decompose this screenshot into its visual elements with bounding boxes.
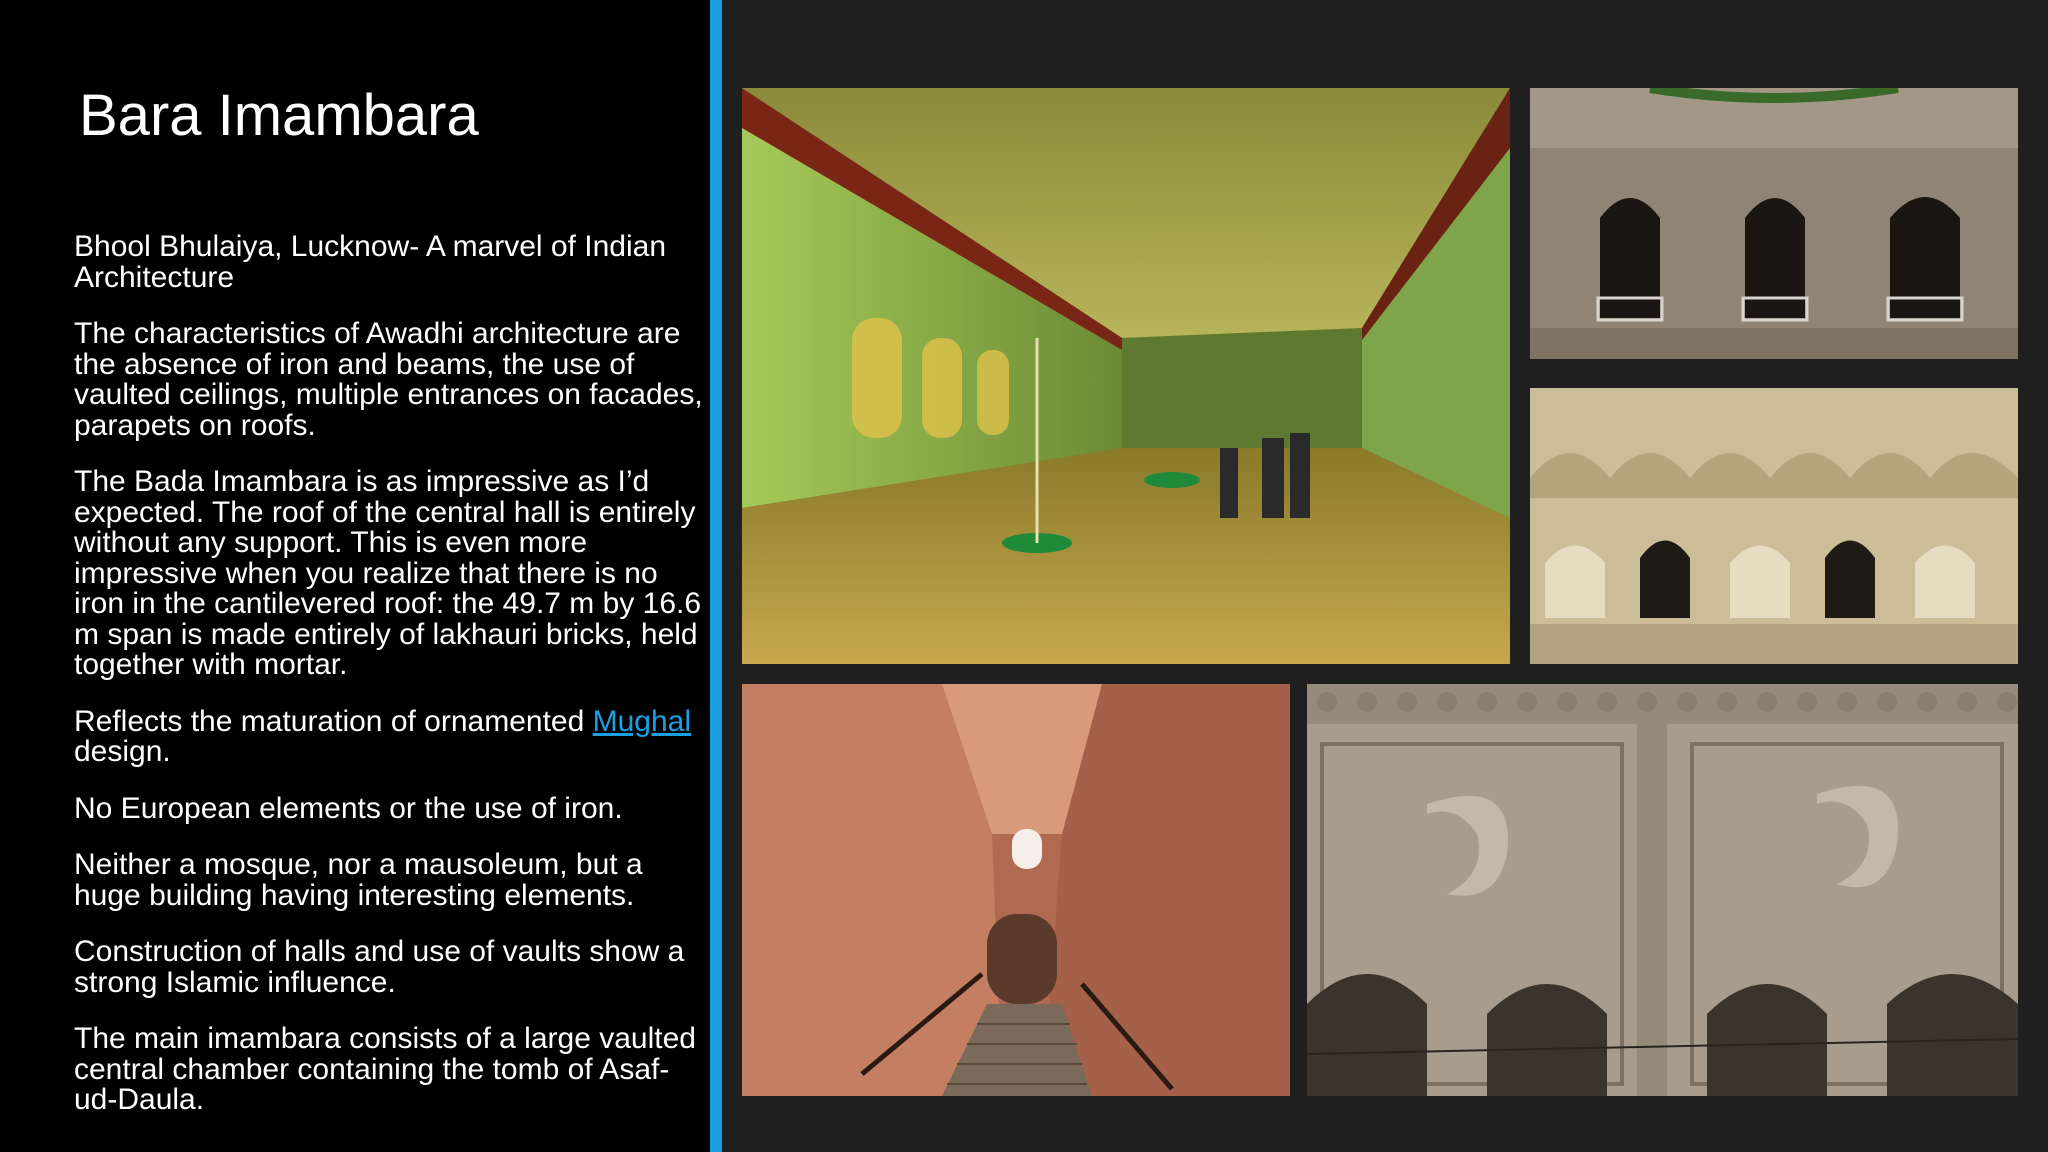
paragraph-no-european: No European elements or the use of iron.: [74, 791, 623, 825]
paragraph-mughal-design: Reflects the maturation of ornamented Mu…: [74, 704, 704, 768]
slide-title: Bara Imambara: [79, 83, 479, 148]
paragraph-central-chamber: The main imambara consists of a large va…: [74, 1022, 696, 1116]
body-text: Bhool Bhulaiya, Lucknow- A marvel of Ind…: [74, 230, 704, 1142]
mughal-text-before: Reflects the maturation of ornamented: [74, 704, 593, 738]
staircase-photo: [742, 684, 1290, 1096]
fish-relief-photo: [1307, 684, 2018, 1096]
paragraph-awadhi-characteristics: The characteristics of Awadhi architectu…: [74, 317, 703, 442]
accent-divider: [710, 0, 722, 1152]
paragraph-subtitle: Bhool Bhulaiya, Lucknow- A marvel of Ind…: [74, 230, 667, 294]
paragraph-islamic-influence: Construction of halls and use of vaults …: [74, 935, 685, 999]
jali-screens-photo: [1530, 388, 2018, 664]
arched-windows-photo: [1530, 88, 2018, 359]
paragraph-not-mosque: Neither a mosque, nor a mausoleum, but a…: [74, 848, 643, 912]
text-panel: Bara Imambara Bhool Bhulaiya, Lucknow- A…: [0, 0, 710, 1152]
mughal-link[interactable]: Mughal: [593, 705, 691, 738]
mughal-text-after: design.: [74, 735, 171, 768]
paragraph-central-hall-roof: The Bada Imambara is as impressive as I’…: [74, 465, 702, 681]
central-hall-photo: [742, 88, 1510, 664]
